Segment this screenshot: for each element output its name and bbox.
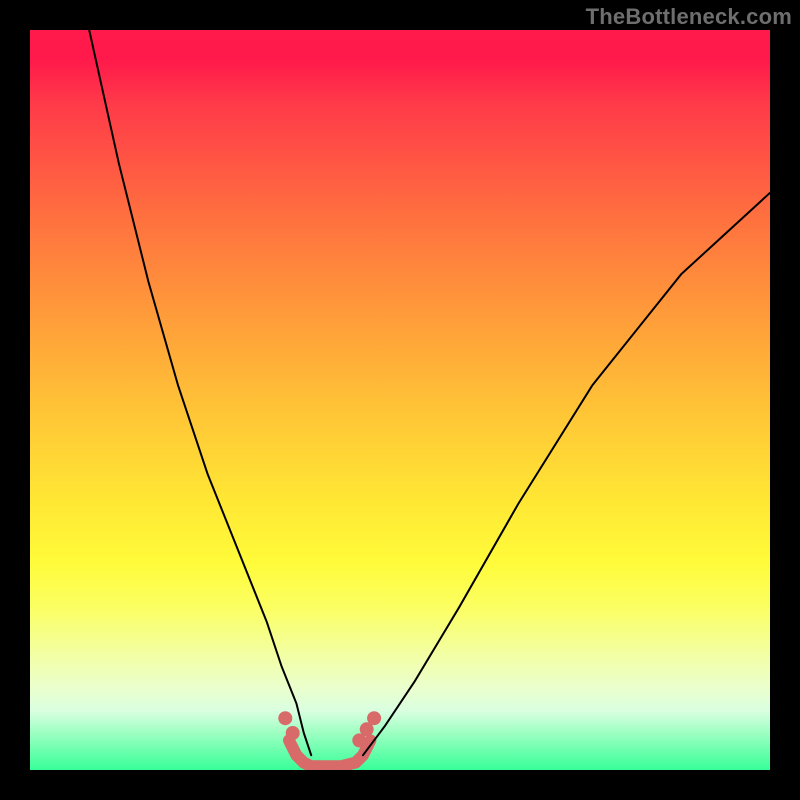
chart-frame: TheBottleneck.com [0, 0, 800, 800]
watermark-text: TheBottleneck.com [586, 4, 792, 30]
marker-dot [278, 711, 292, 725]
chart-svg [30, 30, 770, 770]
marker-dot [286, 726, 300, 740]
left-curve [89, 30, 311, 755]
right-curve [363, 193, 770, 755]
plot-area [30, 30, 770, 770]
marker-dot [367, 711, 381, 725]
